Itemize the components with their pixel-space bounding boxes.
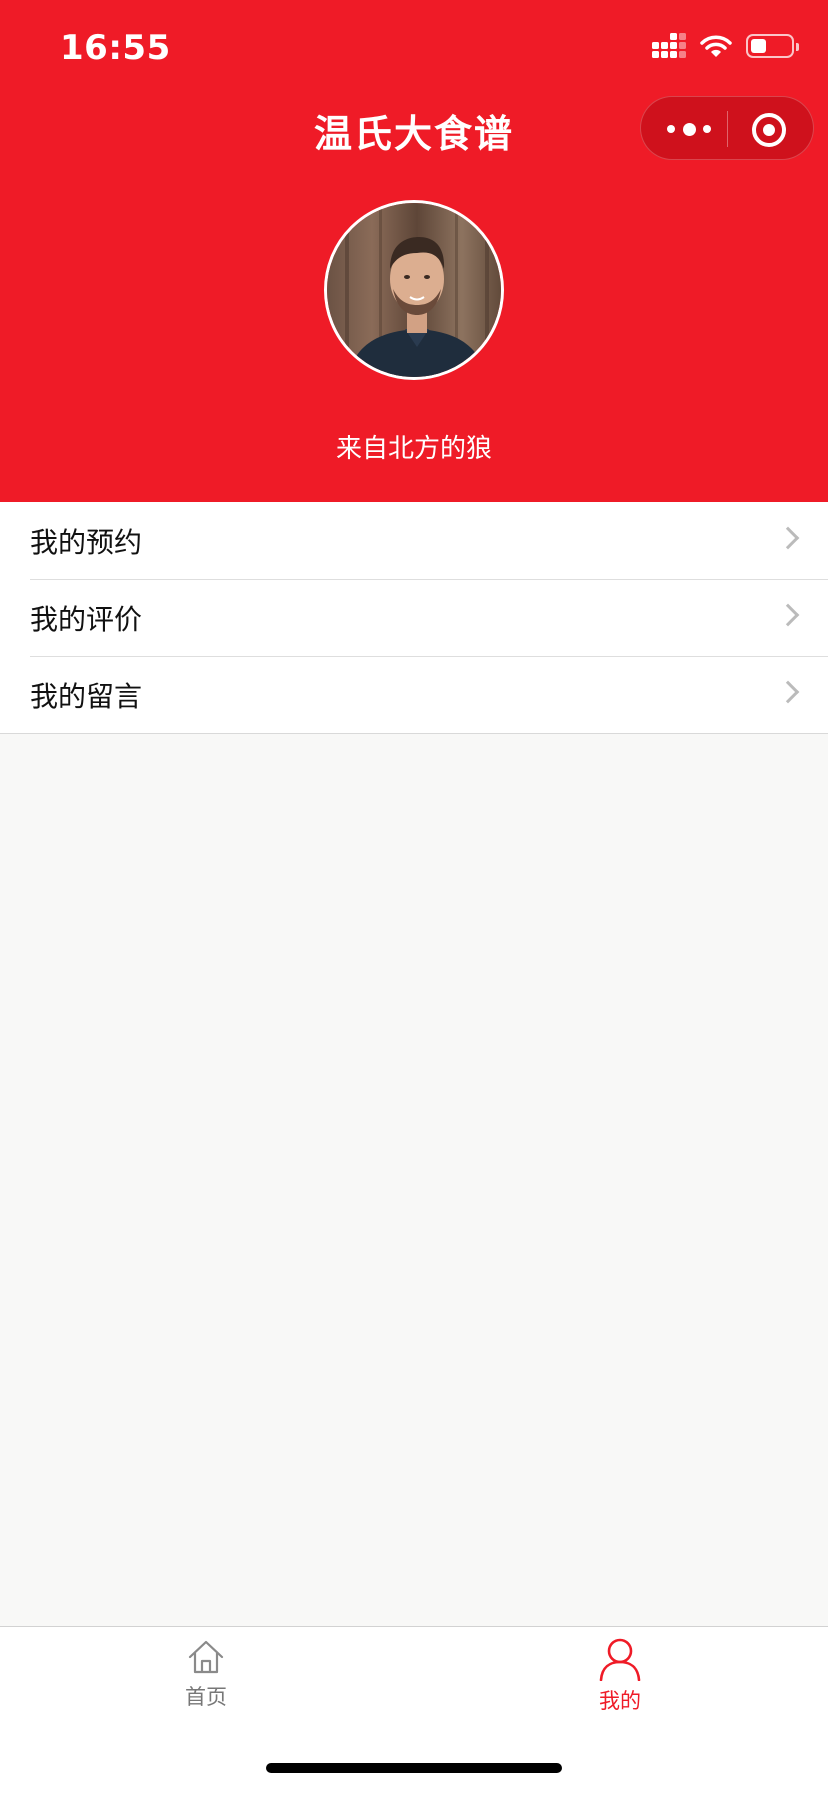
menu-item-appointments[interactable]: 我的预约 <box>0 502 828 579</box>
avatar-photo <box>327 203 501 377</box>
home-indicator[interactable] <box>266 1763 562 1773</box>
cellular-signal-icon <box>652 33 686 58</box>
menu-item-label: 我的评价 <box>30 602 143 636</box>
menu-item-messages[interactable]: 我的留言 <box>0 656 828 733</box>
avatar[interactable] <box>324 200 504 380</box>
user-icon <box>599 1638 641 1681</box>
tab-home-label: 首页 <box>185 1685 227 1709</box>
username: 来自北方的狼 <box>335 434 492 464</box>
more-options-icon[interactable] <box>667 115 711 143</box>
status-time: 16:55 <box>60 28 171 68</box>
tab-home[interactable]: 首页 <box>136 1637 276 1711</box>
menu-item-label: 我的预约 <box>30 525 143 559</box>
screen: 16:55 温氏大食谱 来自北方的狼 我的预约 我的评价 我的留言 首页 我的 <box>0 0 828 1796</box>
close-miniprogram-icon[interactable] <box>752 113 786 147</box>
status-icons <box>652 33 799 58</box>
capsule-divider <box>727 111 728 147</box>
wifi-icon <box>700 35 732 57</box>
menu-item-reviews[interactable]: 我的评价 <box>0 579 828 656</box>
profile-header: 16:55 温氏大食谱 来自北方的狼 <box>0 0 828 502</box>
home-icon <box>188 1640 224 1674</box>
menu-item-label: 我的留言 <box>30 679 143 713</box>
menu-list: 我的预约 我的评价 我的留言 <box>0 502 828 734</box>
chevron-right-icon <box>776 526 800 550</box>
chevron-right-icon <box>776 680 800 704</box>
tab-mine[interactable]: 我的 <box>550 1637 690 1715</box>
battery-icon <box>746 33 799 58</box>
chevron-right-icon <box>776 603 800 627</box>
mini-program-capsule <box>640 96 814 160</box>
tab-mine-label: 我的 <box>599 1689 641 1713</box>
